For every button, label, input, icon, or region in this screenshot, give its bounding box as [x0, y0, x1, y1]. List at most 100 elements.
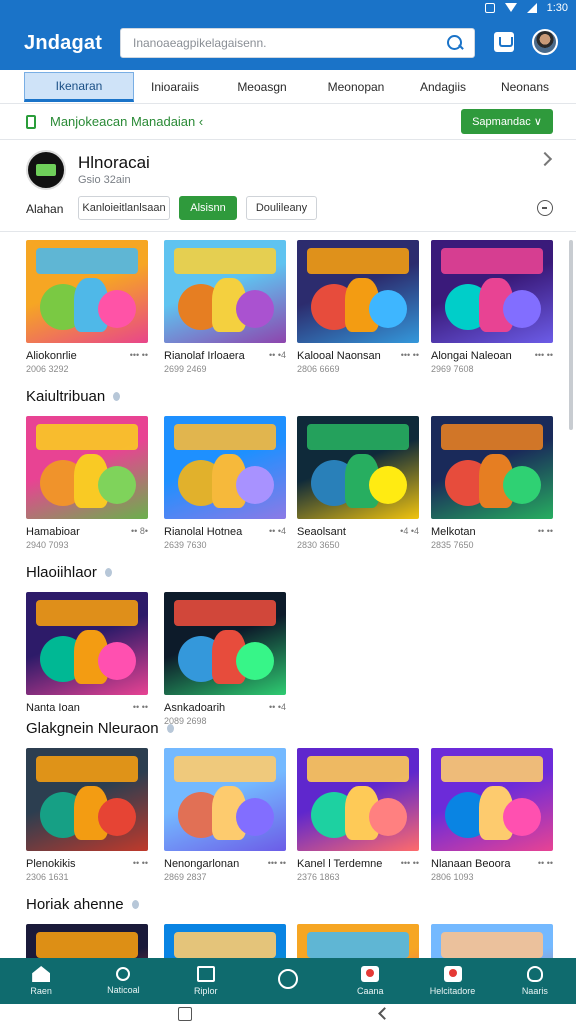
video-meta: Nlanaan Beoora •• •• [431, 858, 553, 870]
messages-button[interactable] [494, 32, 514, 52]
filter-chip-2[interactable]: Alsisnn [179, 196, 237, 220]
section-title[interactable]: Horiak ahenne [26, 896, 139, 913]
promo-link[interactable]: Manjokeacan Manadaian ‹ [50, 114, 203, 129]
video-title[interactable]: Alongai Naleoan [431, 350, 512, 362]
nav-item-4[interactable] [247, 958, 329, 1004]
video-thumbnail[interactable] [26, 748, 148, 851]
video-meta: Rianolaf Irloaera •• •4 [164, 350, 286, 362]
channel-name[interactable]: Hlnoracai [78, 153, 150, 173]
video-thumbnail[interactable] [297, 240, 419, 343]
video-thumbnail[interactable] [431, 240, 553, 343]
channel-subtitle: Gsio 32ain [78, 174, 131, 186]
video-thumbnail[interactable] [26, 592, 148, 695]
video-card[interactable]: Melkotan •• •• 2835 7650 [431, 416, 553, 550]
video-thumbnail[interactable] [164, 592, 286, 695]
video-title[interactable]: Nenongarlonan [164, 858, 239, 870]
nav-item-3[interactable]: Riplor [165, 958, 247, 1004]
video-title[interactable]: Plenokikis [26, 858, 76, 870]
video-thumbnail[interactable] [297, 416, 419, 519]
video-card[interactable]: Plenokikis •• •• 2306 1631 [26, 748, 148, 882]
chevron-right-icon[interactable] [537, 151, 553, 167]
back-icon[interactable] [378, 1007, 391, 1020]
video-card[interactable]: Kanel l Terdemne ••• •• 2376 1863 [297, 748, 419, 882]
tab-3[interactable]: Meoasgn [216, 72, 308, 102]
video-thumbnail[interactable] [431, 748, 553, 851]
status-time: 1:30 [546, 2, 568, 14]
tab-1[interactable]: Ikenaran [24, 72, 134, 102]
circle-icon [277, 969, 298, 989]
video-stat: •• •4 [269, 702, 286, 712]
tab-6[interactable]: Neonans [482, 72, 568, 102]
video-title[interactable]: Rianolaf Irloaera [164, 350, 245, 362]
video-title[interactable]: Kanel l Terdemne [297, 858, 382, 870]
nav-item-7[interactable]: Naaris [494, 958, 576, 1004]
section-title[interactable]: Hlaoiihlaor [26, 564, 112, 581]
avatar[interactable] [532, 29, 558, 55]
video-thumbnail[interactable] [26, 924, 148, 958]
tab-4[interactable]: Meonopan [308, 72, 404, 102]
video-card[interactable]: Aliokonrlie ••• •• 2006 3292 [26, 240, 148, 374]
video-title[interactable]: Hamabioar [26, 526, 80, 538]
nav-item-6[interactable]: Helcitadore [411, 958, 493, 1004]
nav-item-2[interactable]: Naticoal [82, 958, 164, 1004]
video-meta: Kalooal Naonsan ••• •• [297, 350, 419, 362]
pen-icon [116, 967, 131, 981]
video-thumbnail[interactable] [164, 240, 286, 343]
video-card[interactable] [431, 924, 553, 958]
video-title[interactable]: Aliokonrlie [26, 350, 77, 362]
promo-button[interactable]: Sapmandac ∨ [461, 109, 553, 134]
video-card[interactable]: Nenongarlonan ••• •• 2869 2837 [164, 748, 286, 882]
channel-logo[interactable] [26, 150, 66, 190]
video-title[interactable]: Melkotan [431, 526, 476, 538]
nav-label: Caana [357, 986, 384, 996]
video-date: 2835 7650 [431, 540, 474, 550]
section-title[interactable]: Kaiultribuan [26, 388, 121, 405]
video-date: 2940 7093 [26, 540, 69, 550]
video-title[interactable]: Rianolal Hotnea [164, 526, 242, 538]
section-title-text: Kaiultribuan [26, 388, 106, 405]
video-thumbnail[interactable] [26, 240, 148, 343]
more-options-icon[interactable] [537, 200, 553, 216]
video-title[interactable]: Kalooal Naonsan [297, 350, 381, 362]
section-title-text: Glakgnein Nleuraon [26, 720, 159, 737]
video-thumbnail[interactable] [297, 924, 419, 958]
video-card[interactable] [26, 924, 148, 958]
video-title[interactable]: Nlanaan Beoora [431, 858, 511, 870]
search-input[interactable]: Inanoaeagpikelagaisenn. [120, 28, 475, 58]
video-card[interactable] [164, 924, 286, 958]
video-title[interactable]: Nanta Ioan [26, 702, 80, 714]
nav-label: Riplor [193, 986, 218, 996]
tab-5[interactable]: Andagiis [404, 72, 482, 102]
video-card[interactable]: Alongai Naleoan ••• •• 2969 7608 [431, 240, 553, 374]
nav-item-5[interactable]: Caana [329, 958, 411, 1004]
video-card[interactable]: Hamabioar •• 8• 2940 7093 [26, 416, 148, 550]
recents-icon[interactable] [178, 1007, 192, 1021]
video-title[interactable]: Seaolsant [297, 526, 346, 538]
video-thumbnail[interactable] [431, 416, 553, 519]
video-thumbnail[interactable] [297, 748, 419, 851]
video-card[interactable]: Rianolal Hotnea •• •4 2639 7630 [164, 416, 286, 550]
scrollbar[interactable] [569, 240, 573, 430]
video-card[interactable]: Seaolsant •4 •4 2830 3650 [297, 416, 419, 550]
video-card[interactable]: Nlanaan Beoora •• •• 2806 1093 [431, 748, 553, 882]
video-card[interactable]: Nanta Ioan •• •• [26, 592, 148, 716]
video-thumbnail[interactable] [164, 748, 286, 851]
video-card[interactable] [297, 924, 419, 958]
video-stat: •• •• [537, 526, 553, 536]
video-thumbnail[interactable] [26, 416, 148, 519]
video-stat: •4 •4 [400, 526, 419, 536]
video-card[interactable]: Kalooal Naonsan ••• •• 2806 6669 [297, 240, 419, 374]
filter-chip-1[interactable]: Kanloieitlanlsaan [78, 196, 170, 220]
video-thumbnail[interactable] [164, 416, 286, 519]
video-title[interactable]: Asnkadoarih [164, 702, 225, 714]
pin-icon [113, 392, 121, 401]
video-thumbnail[interactable] [431, 924, 553, 958]
nav-item-home[interactable]: Raen [0, 958, 82, 1004]
video-card[interactable]: Rianolaf Irloaera •• •4 2699 2469 [164, 240, 286, 374]
tab-2[interactable]: Inioaraiis [134, 72, 216, 102]
search-icon[interactable] [446, 34, 464, 52]
video-card[interactable]: Asnkadoarih •• •4 2089 2698 [164, 592, 286, 726]
filter-chip-3[interactable]: Doulileany [246, 196, 317, 220]
section-title[interactable]: Glakgnein Nleuraon [26, 720, 174, 737]
video-thumbnail[interactable] [164, 924, 286, 958]
